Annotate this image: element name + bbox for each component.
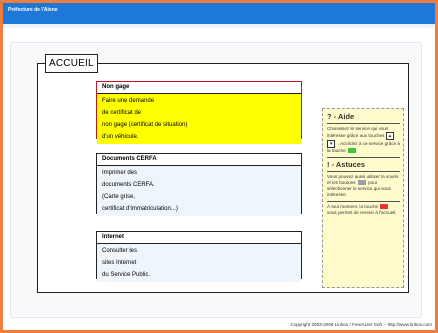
title-bar: Préfecture de l'Aisne — [3, 3, 435, 24]
aide-text-part: Choisissez le service qui vous intéresse… — [327, 126, 389, 138]
menu-item-non-gage[interactable]: Non gage Faire une demande de certificat… — [96, 81, 302, 144]
aide-text: Choisissez le service qui vous intéresse… — [327, 126, 400, 154]
green-key-icon — [347, 148, 356, 154]
gray-button-icon — [357, 180, 366, 186]
aide-text-part: . Accédez à ce service grâce à la touche — [327, 141, 400, 153]
desc-line: documents CERFA. — [102, 182, 155, 188]
desc-line: Imprimer des — [102, 170, 138, 176]
menu-item-title: Documents CERFA — [97, 154, 301, 166]
menu-item-description: Consulter les sites Internet du Service … — [97, 244, 301, 282]
menu-item-documents-cerfa[interactable]: Documents CERFA Imprimer des documents C… — [96, 153, 302, 216]
page-title: ACCUEIL — [45, 54, 98, 73]
astuces-text-part: À tout moment, la touche — [327, 204, 379, 209]
arrow-up-key-icon: ▲ — [385, 132, 395, 140]
menu-item-title: Non gage — [97, 82, 301, 94]
arrow-down-key-icon: ▼ — [327, 140, 336, 148]
menu-item-title: Internet — [97, 232, 301, 244]
desc-line: du Service Public. — [102, 272, 151, 278]
desc-line: certificat d'immatriculation...) — [102, 206, 178, 212]
astuces-text-part: vous permet de revenir à l'accueil. — [327, 210, 397, 215]
desc-line: Faire une demande — [102, 98, 155, 104]
desc-line: d'un véhicule. — [102, 134, 139, 140]
desc-line: de certificat de — [102, 110, 142, 116]
menu-item-description: Faire une demande de certificat de non g… — [97, 94, 301, 144]
astuces-text: Vous pouvez aussi utiliser la souris et … — [327, 174, 400, 198]
help-panel: ? - Aide Choisissez le service qui vous … — [322, 108, 404, 288]
astuces-title: ! - Astuces — [327, 160, 400, 172]
divider — [327, 157, 400, 158]
menu-item-description: Imprimer des documents CERFA. (Carte gri… — [97, 166, 301, 216]
red-key-icon — [380, 204, 389, 210]
desc-line: non gage (certificat de situation) — [102, 122, 188, 128]
copyright: Copyright 2003-2009 Linbox / FreeALter S… — [290, 322, 432, 327]
astuces-text-2: À tout moment, la touche vous permet de … — [327, 204, 400, 216]
divider — [327, 201, 400, 202]
desc-line: (Carte grise, — [102, 194, 136, 200]
desc-line: Consulter les — [102, 248, 138, 254]
window-title: Préfecture de l'Aisne — [8, 7, 58, 13]
menu-item-internet[interactable]: Internet Consulter les sites Internet du… — [96, 231, 302, 282]
desc-line: sites Internet — [102, 260, 137, 266]
aide-title: ? - Aide — [327, 112, 400, 124]
title-underline — [3, 24, 435, 28]
